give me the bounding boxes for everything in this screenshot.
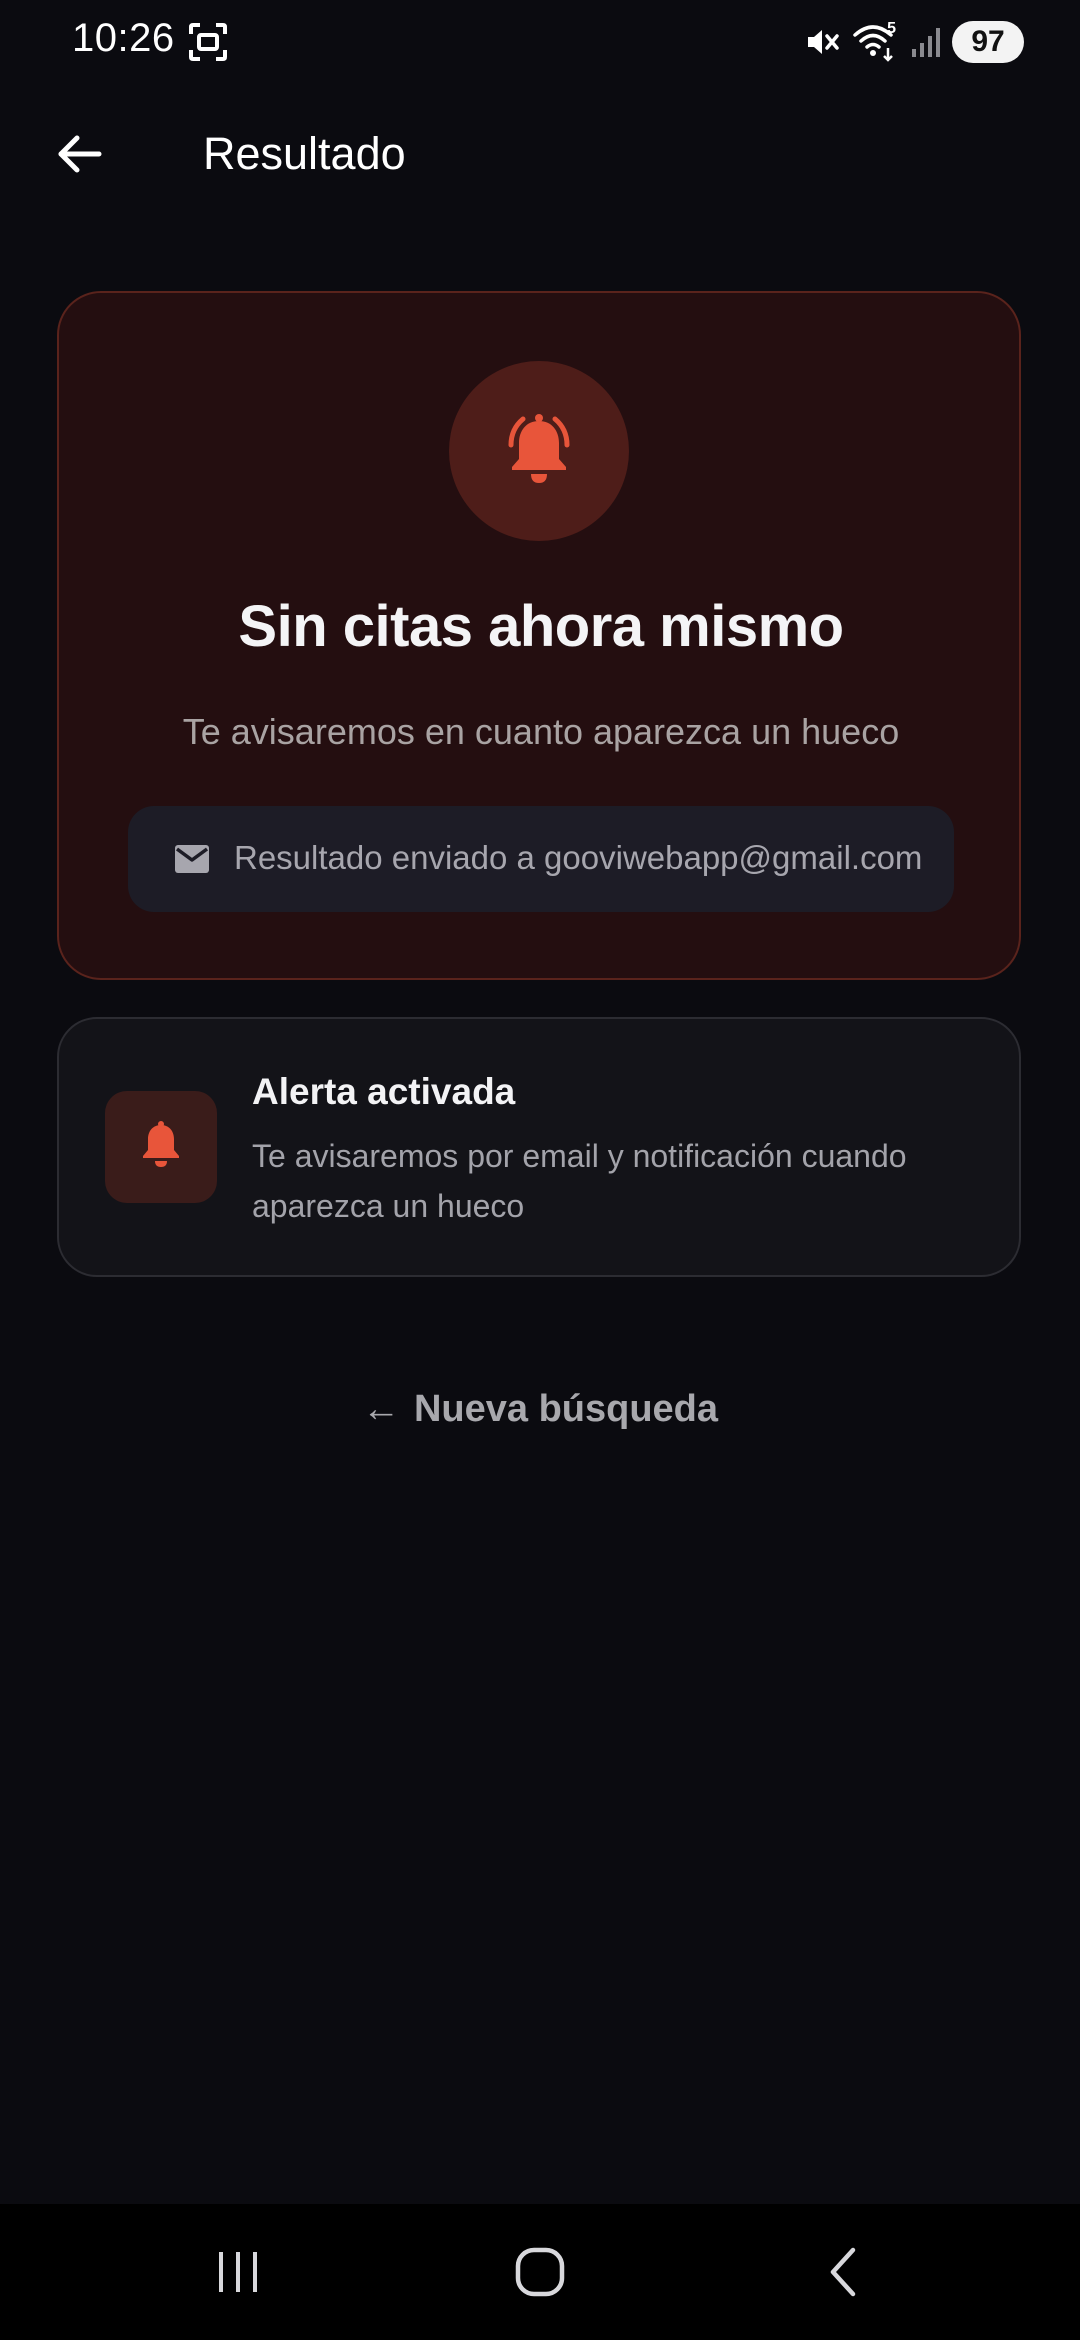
result-card: Sin citas ahora mismo Te avisaremos en c… [57,291,1021,980]
app-bar: Resultado [0,110,1080,202]
back-icon [823,2246,863,2303]
result-heading: Sin citas ahora mismo [238,594,844,659]
alert-title: Alerta activada [252,1071,516,1112]
alert-icon-box [105,1091,217,1203]
arrow-left-icon [55,134,103,179]
bell-ringing-icon [497,407,581,496]
network-type-label: 5 [887,20,896,37]
back-button[interactable] [44,124,114,188]
result-subtitle: Te avisaremos en cuanto aparezca un huec… [182,711,900,752]
mute-icon [804,24,840,60]
screenshot-icon [188,22,228,62]
system-nav-bar [0,2204,1080,2340]
arrow-left-icon: ← [361,1388,400,1430]
page-title: Resultado [203,128,406,179]
new-search-link[interactable]: ← Nueva búsqueda [0,1388,1080,1431]
signal-icon [910,25,940,59]
alert-description: Te avisaremos por email y notificación c… [252,1138,907,1224]
bell-icon [139,1120,183,1175]
alert-activated-card: Alerta activada Te avisaremos por email … [57,1017,1021,1277]
new-search-label: Nueva búsqueda [413,1388,719,1430]
alert-icon-circle [449,361,629,541]
status-time: 10:26 [72,16,175,60]
mail-icon [174,843,210,875]
email-sent-chip: Resultado enviado a gooviwebapp@gmail.co… [128,806,954,912]
home-button[interactable] [485,2234,595,2314]
nav-back-button[interactable] [788,2234,898,2314]
recents-icon [213,2250,263,2299]
email-sent-text: Resultado enviado a gooviwebapp@gmail.co… [234,839,923,876]
wifi-icon: 5 [852,20,898,62]
status-icons: 5 97 [804,18,1024,66]
home-icon [514,2246,566,2303]
battery-indicator: 97 [952,21,1024,63]
status-bar: 10:26 5 97 [0,0,1080,84]
recents-button[interactable] [183,2234,293,2314]
